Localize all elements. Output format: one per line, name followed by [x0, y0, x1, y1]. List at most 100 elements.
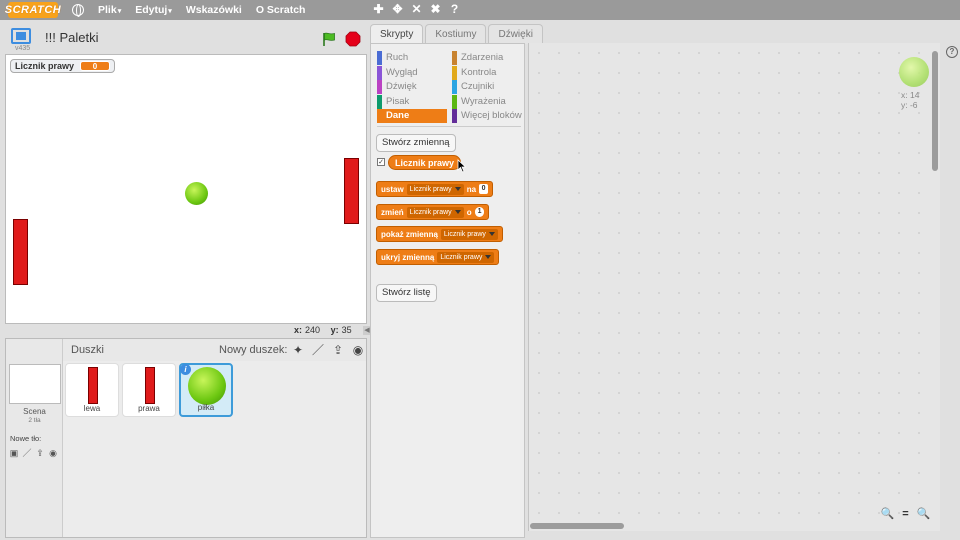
y-coord-value: 35 — [341, 325, 352, 335]
x-coord-label: x: — [294, 325, 303, 335]
zoom-controls: 🔍 = 🔍 — [880, 507, 931, 521]
scratch-logo[interactable]: SCRATCH — [5, 2, 61, 18]
sprites-pane: Scena 2 tła Nowe tło: ▣ ／ ⇪ ◉ Duszki Now… — [5, 338, 367, 538]
backdrop-paint-icon[interactable]: ／ — [22, 449, 32, 458]
sprite-library-icon[interactable]: ✦ — [291, 343, 305, 357]
category-czujniki[interactable]: Czujniki — [452, 80, 522, 94]
menu-file[interactable]: Plik▾ — [98, 4, 121, 16]
sprites-header: Duszki Nowy duszek: ✦ ／ ⇪ ◉ — [63, 339, 366, 361]
variable-reporter-block[interactable]: Licznik prawy — [388, 155, 462, 170]
backdrop-upload-icon[interactable]: ⇪ — [35, 449, 45, 458]
horizontal-scroll-thumb[interactable] — [530, 523, 624, 529]
block-help-icon[interactable]: ? — [448, 2, 461, 16]
variable-monitor-value: 0 — [80, 61, 111, 71]
stage-column: Scena 2 tła Nowe tło: ▣ ／ ⇪ ◉ — [6, 339, 63, 537]
sprite-paint-icon[interactable]: ／ — [311, 343, 325, 357]
delete-scissors-icon[interactable]: ✥ — [391, 2, 404, 16]
stage-header: v435 !!! Paletki — [5, 24, 367, 54]
variable-checkbox[interactable]: ✓ — [377, 158, 385, 166]
sprite-name: lewa — [83, 404, 101, 413]
variable-dropdown[interactable]: Licznik prawy — [440, 228, 498, 240]
sprite-camera-icon[interactable]: ◉ — [351, 343, 365, 357]
sprite-tile-lewa[interactable]: lewa — [65, 363, 119, 417]
zoom-in-icon[interactable]: 🔍 — [916, 507, 931, 521]
duplicate-stamp-icon[interactable]: ✚ — [372, 2, 385, 16]
right-rail — [940, 43, 960, 540]
category-zdarzenia[interactable]: Zdarzenia — [452, 51, 522, 65]
shrink-icon[interactable]: ✖ — [429, 2, 442, 16]
category-pisak[interactable]: Pisak — [377, 94, 447, 109]
sprite-x-position: x: 14 — [901, 90, 920, 100]
paddle-left-sprite[interactable] — [13, 219, 28, 285]
sprite-tile-prawa[interactable]: prawa — [122, 363, 176, 417]
tab-costumes[interactable]: Kostiumy — [425, 24, 487, 44]
set-variable-block[interactable]: ustaw Licznik prawy na 0 — [376, 181, 494, 197]
help-icon[interactable]: ? — [946, 46, 958, 58]
variable-dropdown[interactable]: Licznik prawy — [437, 251, 495, 263]
green-flag-icon[interactable] — [321, 31, 337, 47]
make-list-button[interactable]: Stwórz listę — [376, 284, 437, 302]
hide-variable-block[interactable]: ukryj zmienną Licznik prawy — [376, 249, 500, 265]
sprite-y-position: y: -6 — [901, 100, 918, 110]
menu-edit[interactable]: Edytuj▾ — [135, 4, 172, 16]
horizontal-scrollbar[interactable] — [528, 521, 930, 531]
category-dane[interactable]: Dane — [377, 109, 447, 123]
sprites-title: Duszki — [71, 344, 105, 356]
sprite-upload-icon[interactable]: ⇪ — [331, 343, 345, 357]
show-variable-block[interactable]: pokaż zmienną Licznik prawy — [376, 226, 503, 242]
category-divider — [377, 126, 521, 127]
version-label: v435 — [15, 45, 31, 52]
menu-about[interactable]: O Scratch — [256, 4, 306, 16]
tab-sounds[interactable]: Dźwięki — [488, 24, 543, 44]
change-variable-block[interactable]: zmień Licznik prawy o 1 — [376, 204, 490, 220]
new-sprite-label: Nowy duszek: — [219, 344, 288, 356]
category-wyrażenia[interactable]: Wyrażenia — [452, 94, 522, 109]
variable-monitor-label: Licznik prawy — [15, 61, 75, 71]
menubar: SCRATCH Plik▾ Edytuj▾ Wskazówki O Scratc… — [0, 0, 960, 20]
category-dźwięk[interactable]: Dźwięk — [377, 80, 447, 94]
zoom-reset-icon[interactable]: = — [898, 507, 913, 521]
toolbar-icons: ✚ ✥ ✕ ✖ ? — [372, 2, 461, 16]
chevron-down-icon: ▾ — [168, 8, 172, 15]
y-coord-label: y: — [330, 325, 339, 335]
block-text: ukryj zmienną — [381, 252, 435, 262]
backdrop-library-icon[interactable]: ▣ — [9, 449, 19, 458]
x-coord-value: 240 — [305, 325, 321, 335]
script-area[interactable]: x: 14 y: -6 — [528, 43, 940, 531]
category-ruch[interactable]: Ruch — [377, 51, 447, 65]
stage-label: Scena — [23, 407, 46, 416]
grow-icon[interactable]: ✕ — [410, 2, 423, 16]
ball-sprite[interactable] — [185, 182, 208, 205]
value-input[interactable]: 0 — [479, 184, 489, 194]
new-backdrop-label: Nowe tło: — [10, 434, 42, 443]
vertical-scroll-thumb[interactable] — [932, 51, 938, 171]
stop-icon[interactable] — [345, 31, 361, 47]
value-input[interactable]: 1 — [474, 207, 485, 217]
variable-dropdown[interactable]: Licznik prawy — [406, 183, 464, 195]
stage-canvas[interactable]: Licznik prawy 0 — [5, 54, 367, 324]
variable-reporter-label: Licznik prawy — [395, 157, 455, 168]
paddle-right-sprite[interactable] — [344, 158, 359, 224]
editor-tabs: Skrypty Kostiumy Dźwięki — [370, 24, 543, 44]
variable-monitor[interactable]: Licznik prawy 0 — [10, 59, 116, 73]
block-text: na — [466, 184, 477, 194]
sprite-name: piłka — [197, 403, 215, 412]
sprite-thumbnail — [188, 367, 226, 405]
vertical-scrollbar[interactable] — [930, 43, 940, 531]
info-icon[interactable]: i — [180, 364, 191, 375]
fullscreen-icon[interactable] — [11, 28, 31, 44]
make-variable-button[interactable]: Stwórz zmienną — [376, 134, 456, 152]
category-kontrola[interactable]: Kontrola — [452, 65, 522, 80]
backdrop-camera-icon[interactable]: ◉ — [48, 449, 58, 458]
zoom-out-icon[interactable]: 🔍 — [880, 507, 895, 521]
project-title[interactable]: !!! Paletki — [45, 30, 98, 45]
language-globe-icon[interactable] — [72, 4, 84, 17]
block-text: zmień — [381, 207, 404, 217]
category-wygląd[interactable]: Wygląd — [377, 65, 447, 80]
sprite-tile-pilka[interactable]: i piłka — [179, 363, 233, 417]
stage-thumbnail[interactable] — [9, 364, 61, 404]
menu-tips[interactable]: Wskazówki — [186, 4, 242, 16]
tab-scripts[interactable]: Skrypty — [370, 24, 424, 44]
category-więcej-bloków[interactable]: Więcej bloków — [452, 109, 522, 123]
variable-dropdown[interactable]: Licznik prawy — [406, 206, 464, 218]
